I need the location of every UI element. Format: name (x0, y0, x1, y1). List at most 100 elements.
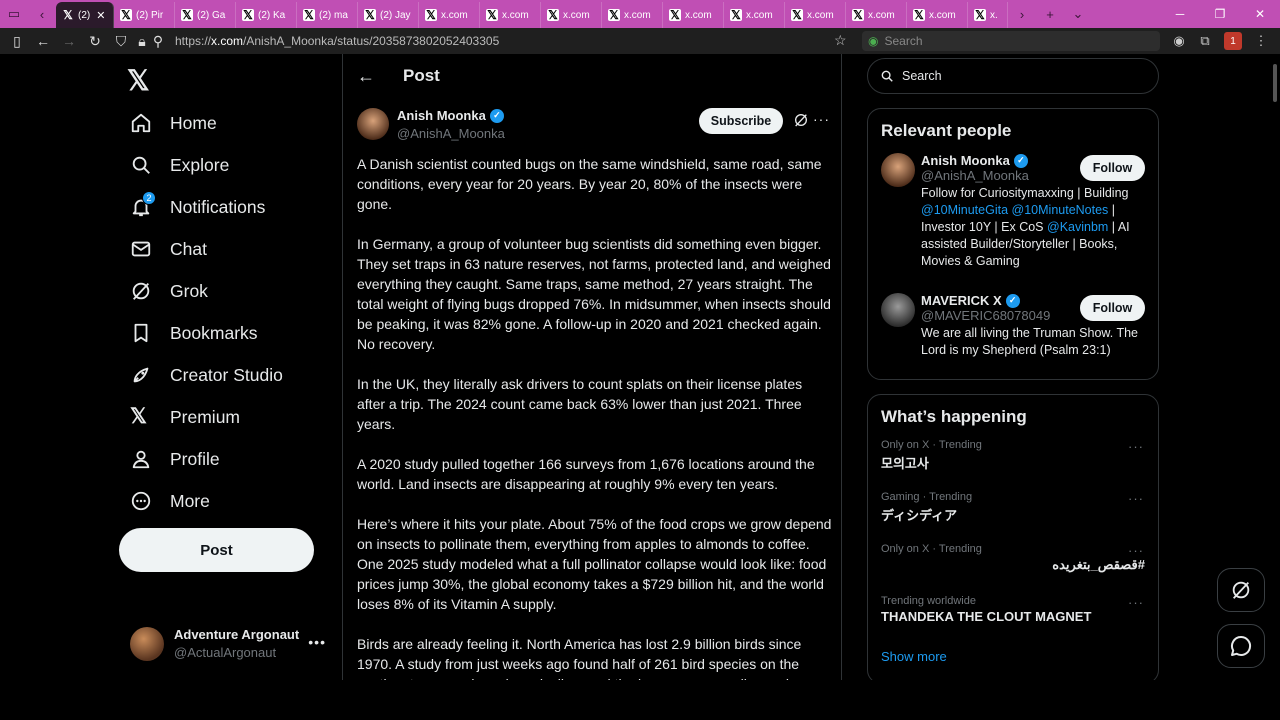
back-arrow-icon[interactable]: ← (357, 66, 375, 87)
sidebar-item-home[interactable]: Home (120, 102, 340, 144)
more-options-icon[interactable]: ··· (813, 111, 830, 127)
show-more-link[interactable]: Show more (868, 643, 1158, 674)
sidebar-item-more[interactable]: More (120, 480, 340, 522)
browser-tab[interactable]: 𝕏x.com (724, 2, 785, 28)
sidebar-item-bookmarks[interactable]: Bookmarks (120, 312, 340, 354)
address-bar[interactable]: https://x.com/AnishA_Moonka/status/20358… (175, 34, 499, 48)
browser-tab[interactable]: 𝕏 (2) Jay (358, 2, 419, 28)
browser-tab[interactable]: 𝕏x.com (480, 2, 541, 28)
relevant-people-panel: Relevant people Anish Moonka ✓ @AnishA_Mo… (867, 108, 1159, 380)
follow-button[interactable]: Follow (1080, 295, 1145, 321)
post-paragraph: Birds are already feeling it. North Amer… (357, 636, 802, 680)
trend-item[interactable]: Trending worldwide THANDEKA THE CLOUT MA… (868, 591, 1158, 643)
person-name: Anish Moonka (921, 153, 1010, 168)
account-icon[interactable]: ◉ (1170, 32, 1188, 50)
browser-tab[interactable]: 𝕏 (2) Ga (175, 2, 236, 28)
permissions-icon[interactable]: ⚲ (150, 28, 166, 54)
forward-icon[interactable]: → (56, 28, 82, 54)
trend-name: #قصقص_بتغريده (1052, 557, 1145, 572)
new-tab-icon[interactable]: + (1036, 0, 1064, 28)
account-names: Adventure Argonaut @ActualArgonaut (174, 626, 299, 662)
follow-button[interactable]: Follow (1080, 155, 1145, 181)
extensions-icon[interactable]: ⧉ (1196, 32, 1214, 50)
browser-tab[interactable]: 𝕏x.com (846, 2, 907, 28)
reload-icon[interactable]: ↻ (82, 28, 108, 54)
main-column: ← Post Anish Moonka ✓ @AnishA_Moonka Sub… (342, 54, 842, 680)
back-icon[interactable]: ← (30, 28, 56, 54)
browser-search-field[interactable]: ◉ Search (862, 31, 1160, 51)
sidebar-item-grok[interactable]: Grok (120, 270, 340, 312)
sidebar-item-chat[interactable]: Chat (120, 228, 340, 270)
browser-tab[interactable]: 𝕏x.com (602, 2, 663, 28)
trend-item[interactable]: Gaming · Trending ディシディア ··· (868, 487, 1158, 539)
x-logo-icon[interactable]: 𝕏 (127, 64, 150, 97)
bio-mention-link[interactable]: @Kavinbm (1047, 220, 1108, 234)
x-favicon-icon: 𝕏 (425, 8, 437, 22)
close-window-icon[interactable]: ✕ (1240, 0, 1280, 28)
x-favicon-icon: 𝕏 (486, 8, 498, 22)
grok-icon (130, 280, 152, 302)
search-input[interactable]: Search (867, 58, 1159, 94)
workspaces-icon[interactable]: ▭ (0, 0, 28, 28)
sidebar-item-premium[interactable]: 𝕏 Premium (120, 396, 340, 438)
tab-scroll-right-icon[interactable]: › (1008, 0, 1036, 28)
trend-name: 모의고사 (881, 456, 929, 471)
tab-label: x.com (624, 9, 651, 21)
author-handle[interactable]: @AnishA_Moonka (397, 126, 505, 141)
trend-item[interactable]: Only on X · Trending 모의고사 ··· (868, 435, 1158, 487)
tab-list-icon[interactable]: ⌄ (1064, 0, 1092, 28)
sidebar-item-notifications[interactable]: 2 Notifications (120, 186, 340, 228)
bio-mention-link[interactable]: @10MinuteNotes (1012, 203, 1109, 217)
person-card[interactable]: MAVERICK X ✓ @MAVERIC68078049 We are all … (868, 289, 1158, 367)
search-icon (881, 70, 893, 82)
menu-icon[interactable]: ⋮ (1252, 32, 1270, 50)
tab-scroll-left-icon[interactable]: ‹ (28, 0, 56, 28)
browser-tab[interactable]: 𝕏 (2) ma (297, 2, 358, 28)
post-button[interactable]: Post (119, 528, 314, 572)
sidebar-item-profile[interactable]: Profile (120, 438, 340, 480)
sidebar-item-label: Home (170, 112, 217, 133)
close-tab-icon[interactable]: ✕ (96, 9, 105, 22)
x-favicon-icon: 𝕏 (852, 8, 864, 22)
lock-icon[interactable]: 🔒︎ (134, 28, 150, 54)
more-options-icon[interactable]: ··· (1128, 543, 1144, 558)
shield-icon[interactable]: ⛉ (108, 28, 134, 54)
post-paragraph: Here’s where it hits your plate. About 7… (357, 516, 832, 612)
restore-icon[interactable]: ❐ (1200, 0, 1240, 28)
avatar[interactable] (357, 108, 389, 140)
bookmark-star-icon[interactable]: ☆ (834, 32, 847, 49)
trend-item[interactable]: Only on X · Trending #قصقص_بتغريده ··· (868, 539, 1158, 591)
author-name-row[interactable]: Anish Moonka ✓ (397, 108, 504, 123)
more-options-icon[interactable]: ··· (1128, 439, 1144, 454)
grok-icon[interactable] (793, 112, 809, 131)
messages-floating-button[interactable] (1217, 624, 1265, 668)
ublock-icon[interactable]: 1 (1224, 32, 1242, 50)
sidebar-item-explore[interactable]: Explore (120, 144, 340, 186)
browser-tab[interactable]: 𝕏x. (968, 2, 1008, 28)
bio-mention-link[interactable]: @10MinuteGita (921, 203, 1008, 217)
browser-tab[interactable]: 𝕏 (2) Pir (114, 2, 175, 28)
more-options-icon[interactable]: ··· (1128, 595, 1144, 610)
browser-tab[interactable]: 𝕏x.com (419, 2, 480, 28)
account-name: Adventure Argonaut (174, 627, 300, 642)
subscribe-button[interactable]: Subscribe (699, 108, 783, 134)
tab-label: x.com (868, 9, 895, 21)
x-page: 𝕏 Home Explore 2 Notifications Chat Grok… (0, 54, 1280, 680)
sidebar-toggle-icon[interactable]: ▯ (4, 28, 30, 54)
sidebar-item-creator-studio[interactable]: Creator Studio (120, 354, 340, 396)
browser-tab[interactable]: 𝕏 (2) Ka (236, 2, 297, 28)
page-title: Post (403, 66, 440, 85)
browser-tab[interactable]: 𝕏x.com (785, 2, 846, 28)
minimize-icon[interactable]: ─ (1160, 0, 1200, 28)
browser-tab[interactable]: 𝕏x.com (907, 2, 968, 28)
more-options-icon[interactable]: ··· (1128, 491, 1144, 506)
person-bio: Follow for Curiositymaxxing | Building @… (921, 185, 1145, 270)
browser-tab[interactable]: 𝕏x.com (663, 2, 724, 28)
browser-tab[interactable]: 𝕏x.com (541, 2, 602, 28)
page-scrollbar[interactable] (1273, 64, 1277, 102)
account-switcher[interactable]: Adventure Argonaut @ActualArgonaut ••• (130, 626, 340, 662)
browser-tab[interactable]: 𝕏 (2) ✕ (56, 2, 114, 28)
trend-meta: Trending worldwide (881, 595, 976, 607)
grok-floating-button[interactable] (1217, 568, 1265, 612)
person-card[interactable]: Anish Moonka ✓ @AnishA_Moonka Follow for … (868, 149, 1158, 289)
